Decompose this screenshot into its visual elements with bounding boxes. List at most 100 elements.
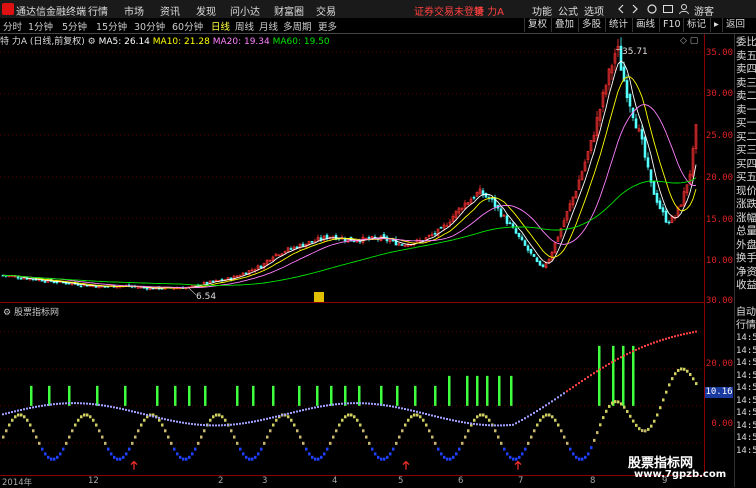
y-tick: 35.00: [705, 48, 733, 58]
tool-huaxian[interactable]: 画线: [632, 18, 658, 32]
candlestick-chart[interactable]: 35.71 6.54: [0, 34, 704, 302]
menu-hangqing[interactable]: 行情: [88, 3, 108, 18]
tool-fuquan[interactable]: 复权: [524, 18, 550, 32]
window-icon[interactable]: [662, 3, 674, 15]
trend-dot: [695, 330, 697, 333]
indicator-dot: [137, 429, 140, 433]
quote-label: 卖四: [736, 63, 756, 75]
x-tick: 6: [458, 476, 464, 486]
indicator-dot: [11, 418, 14, 422]
trend-dot: [188, 422, 190, 425]
tool-diejia[interactable]: 叠加: [551, 18, 577, 32]
trend-dot: [671, 336, 673, 339]
indicator-chart[interactable]: [0, 302, 704, 476]
period-5min[interactable]: 5分钟: [62, 19, 87, 33]
time-row: 14:5: [736, 345, 756, 356]
menu-caifuquan[interactable]: 财富圈: [274, 3, 304, 18]
trend-dot: [437, 415, 439, 418]
candle-body: [211, 280, 215, 283]
period-60min[interactable]: 60分钟: [172, 19, 203, 33]
indicator-dot: [158, 418, 161, 422]
trend-dot: [452, 419, 454, 422]
refresh-icon[interactable]: [646, 3, 658, 15]
menu-faxian[interactable]: 发现: [196, 3, 216, 18]
trend-dot: [449, 418, 451, 421]
menu-shichang[interactable]: 市场: [124, 3, 144, 18]
menu-jiaoyi[interactable]: 交易: [316, 3, 336, 18]
trend-dot: [233, 423, 235, 426]
trend-dot: [104, 404, 106, 407]
period-1min[interactable]: 1分钟: [28, 19, 53, 33]
trend-dot: [533, 411, 535, 414]
trend-dot: [539, 408, 541, 411]
trend-dot: [230, 423, 232, 426]
trend-dot: [581, 380, 583, 383]
indicator-dot: [236, 441, 239, 445]
trend-dot: [389, 405, 391, 408]
forward-icon[interactable]: [630, 4, 640, 14]
indicator-dot: [29, 423, 32, 427]
tool-back[interactable]: 返回: [722, 18, 748, 32]
menu-zixun[interactable]: 资讯: [160, 3, 180, 18]
indicator-dot: [599, 423, 602, 427]
period-more[interactable]: 更多: [318, 19, 337, 33]
indicator-settings-icon[interactable]: ⚙: [3, 308, 11, 318]
y-tick: 15.00: [705, 215, 733, 225]
guest-link[interactable]: 游客: [694, 3, 714, 18]
trend-dot: [608, 362, 610, 365]
period-15min[interactable]: 15分钟: [96, 19, 127, 33]
indicator-dot: [380, 457, 383, 461]
period-30min[interactable]: 30分钟: [134, 19, 165, 33]
tool-more-icon[interactable]: ▸: [710, 18, 722, 32]
indicator-dot: [32, 429, 35, 433]
x-tick: 3: [262, 476, 268, 486]
trend-dot: [665, 337, 667, 340]
period-daily[interactable]: 日线: [211, 19, 230, 33]
period-multi[interactable]: 多周期: [283, 19, 312, 33]
menu-gongneng[interactable]: 功能: [532, 3, 552, 18]
trend-dot: [110, 405, 112, 408]
candle-body: [289, 248, 293, 250]
menu-wenxiaoda[interactable]: 问小达: [230, 3, 260, 18]
trend-dot: [206, 424, 208, 427]
main-chart-expand-icon[interactable]: ◇ ▢: [680, 36, 698, 46]
trend-dot: [152, 415, 154, 418]
trend-dot: [368, 402, 370, 405]
ma-legend: 特 力A (日线,前复权) ⚙ MA5: 26.14 MA10: 21.28 M…: [0, 34, 704, 47]
indicator-dot: [254, 455, 257, 459]
user-icon[interactable]: [678, 3, 690, 15]
trend-dot: [167, 418, 169, 421]
indicator-dot: [89, 415, 92, 419]
indicator-dot: [455, 452, 458, 456]
tool-tongji[interactable]: 统计: [605, 18, 631, 32]
tool-duogu[interactable]: 多股: [578, 18, 604, 32]
period-monthly[interactable]: 月线: [259, 19, 278, 33]
trend-dot: [2, 413, 4, 416]
menu-gongshi[interactable]: 公式: [558, 3, 578, 18]
trend-dot: [674, 335, 676, 338]
auto-label[interactable]: 自动: [736, 306, 756, 320]
trend-dot: [137, 411, 139, 414]
trend-dot: [11, 411, 13, 414]
candle-body: [520, 236, 524, 241]
candle-body: [16, 276, 20, 279]
tool-f10[interactable]: F10: [659, 18, 684, 32]
trend-dot: [530, 413, 532, 416]
trend-dot: [227, 423, 229, 426]
settings-icon[interactable]: ⚙: [88, 37, 96, 47]
indicator-dot: [140, 423, 143, 427]
signal-bar: [188, 385, 191, 406]
back-icon[interactable]: [616, 4, 626, 14]
trend-dot: [245, 421, 247, 424]
tool-biaoji[interactable]: 标记: [683, 18, 709, 32]
period-weekly[interactable]: 周线: [235, 19, 254, 33]
candle-body: [52, 281, 56, 284]
trend-dot: [98, 403, 100, 406]
menu-xuanxiang[interactable]: 选项: [584, 3, 604, 18]
trend-dot: [143, 413, 145, 416]
trend-dot: [428, 413, 430, 416]
indicator-dot: [290, 418, 293, 422]
indicator-dot: [620, 402, 623, 406]
period-fenshi[interactable]: 分时: [3, 19, 22, 33]
trend-dot: [503, 424, 505, 427]
